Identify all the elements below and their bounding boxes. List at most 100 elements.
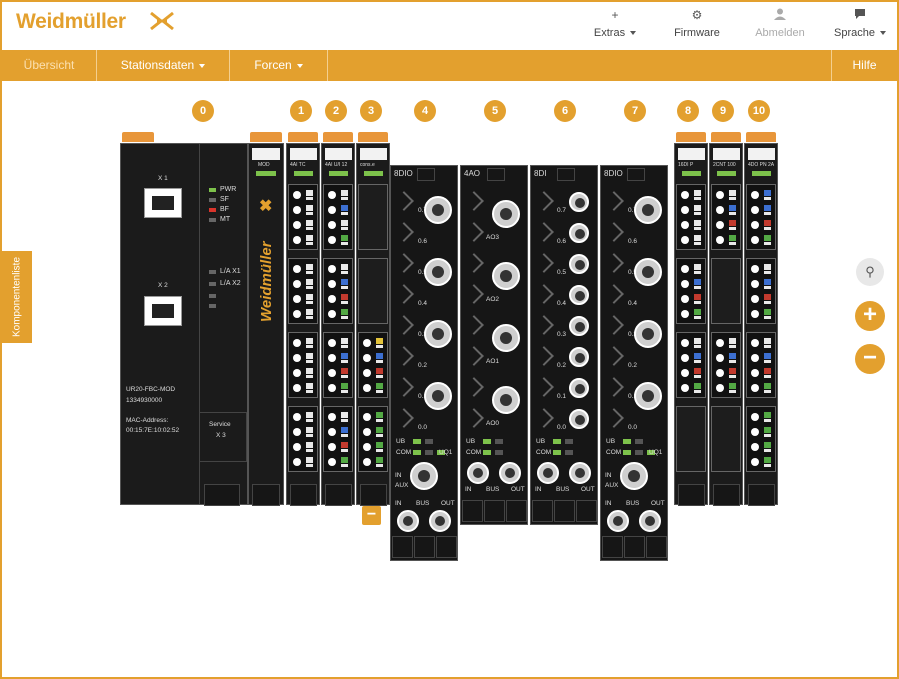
- zoom-out-button[interactable]: −: [855, 344, 885, 374]
- channel-label: 0.6: [557, 238, 567, 245]
- link-led-0: [209, 270, 216, 274]
- tab-help[interactable]: Hilfe: [831, 50, 897, 81]
- led-mt: [209, 218, 216, 222]
- m1-cap: [288, 132, 318, 142]
- com-label: COM: [466, 449, 482, 456]
- m9-status-led: [717, 171, 736, 176]
- x1-label: X 1: [158, 175, 168, 182]
- m6-foot: [576, 500, 597, 522]
- uq1-label: UQ1: [649, 449, 663, 456]
- m1-foot: [290, 484, 317, 506]
- mod-module[interactable]: MOD ✖ Weidmüller: [248, 143, 284, 506]
- module-m3[interactable]: cons.e: [356, 143, 390, 506]
- m8-foot: [678, 484, 705, 506]
- module-m7[interactable]: 8DIO 0.7 0.6 0.5 0.4 0.3 0.2 0.1 0.0 UB COM UQ1 IN AU…: [600, 165, 668, 561]
- in-label: IN: [605, 472, 612, 479]
- x2-label: X 2: [158, 282, 168, 289]
- collapse-button[interactable]: −: [362, 506, 381, 525]
- zoom-in-button[interactable]: +: [855, 301, 885, 331]
- channel-label: 0.2: [557, 362, 567, 369]
- in-label: IN: [395, 472, 402, 479]
- terminal-block: [288, 184, 318, 250]
- channel-arrow-icon: [604, 191, 624, 211]
- m6-type-label: 8DI: [534, 169, 547, 178]
- logout-button[interactable]: Abmelden: [755, 8, 805, 39]
- channel-arrow-icon: [394, 408, 414, 428]
- channel-arrow-icon: [394, 315, 414, 335]
- chevron-down-icon: [296, 63, 303, 68]
- m2-label-plate: [325, 148, 352, 160]
- empty-terminal-block: [358, 184, 388, 250]
- slot-number-6: 6: [554, 100, 576, 122]
- slot-number-2: 2: [325, 100, 347, 122]
- tab-force[interactable]: Forcen: [230, 50, 328, 81]
- channel-label: 0.4: [418, 300, 428, 307]
- m3-type-label: cons.e: [360, 162, 375, 168]
- order-number: 1334930000: [126, 397, 163, 404]
- aux-power-connector: [410, 462, 438, 490]
- out-bus-label: OUT: [441, 500, 455, 507]
- extras-label: Extras: [593, 27, 626, 39]
- m10-type-label: 4DO PN 2A: [748, 162, 775, 168]
- firmware-button[interactable]: ⚙ Firmware: [674, 8, 720, 39]
- language-menu[interactable]: Sprache: [834, 8, 886, 39]
- m9-type-label: 2CNT 100: [713, 162, 736, 168]
- channel-label: 0.1: [557, 393, 567, 400]
- head-cap: [122, 132, 154, 142]
- channel-arrow-icon: [464, 346, 484, 366]
- module-m8[interactable]: 16DI P: [674, 143, 708, 506]
- channel-label: 0.6: [628, 238, 638, 245]
- user-icon: [755, 8, 805, 22]
- module-m2[interactable]: 4AI U/I 12: [321, 143, 355, 506]
- chevron-down-icon: [199, 63, 206, 68]
- module-m10[interactable]: 4DO PN 2A: [744, 143, 778, 506]
- channel-label: 0.5: [557, 269, 567, 276]
- mod-cap: [250, 132, 282, 142]
- mod-foot: [252, 484, 280, 506]
- m12-connector: [634, 258, 662, 286]
- channel-arrow-icon: [534, 346, 554, 366]
- module-m9[interactable]: 2CNT 100: [709, 143, 743, 506]
- com-label: COM: [396, 449, 412, 456]
- plus-icon: +: [611, 8, 619, 22]
- component-list-label: Komponentenliste: [11, 256, 23, 338]
- language-label: Sprache: [834, 27, 875, 39]
- empty-terminal-block: [711, 258, 741, 324]
- channel-arrow-icon: [394, 222, 414, 242]
- led-label-sf: SF: [220, 196, 229, 203]
- terminal-block: [746, 406, 776, 472]
- channel-label: 0.3: [557, 331, 567, 338]
- bus-connector: [607, 510, 629, 532]
- bus-connector: [397, 510, 419, 532]
- tab-station-data[interactable]: Stationsdaten: [97, 50, 230, 81]
- channel-arrow-icon: [534, 377, 554, 397]
- module-m5[interactable]: 4AO AO3 AO2 AO1 AO0 UB COM IN BUS OUT: [460, 165, 528, 525]
- minus-icon: −: [366, 506, 377, 523]
- m2-status-led: [329, 171, 348, 176]
- main-nav: Übersicht Stationsdaten Forcen Hilfe: [2, 50, 897, 81]
- terminal-block: [676, 332, 706, 398]
- extras-menu[interactable]: + Extras: [592, 8, 638, 39]
- led-label-mt: MT: [220, 216, 231, 223]
- terminal-block: [288, 332, 318, 398]
- m3-foot: [360, 484, 387, 506]
- terminal-block: [323, 406, 353, 472]
- module-m6[interactable]: 8DI 0.7 0.6 0.5 0.4 0.3 0.2 0.1 0.0 UB COM IN BUS OUT: [530, 165, 598, 525]
- component-list-tab[interactable]: Komponentenliste: [2, 251, 32, 343]
- head-station[interactable]: X 1 X 2 PWR SF BF MT L/A X1 L/A X2 UR20-FBC-M…: [120, 143, 248, 506]
- tab-overview[interactable]: Übersicht: [2, 50, 97, 81]
- module-m1[interactable]: 4AI TC: [286, 143, 320, 506]
- m4-type-label: 8DIO: [394, 169, 413, 178]
- aux-label: AUX: [605, 482, 619, 489]
- ao-channel-label: AO1: [486, 358, 500, 365]
- ethernet-port-x2: [144, 296, 182, 326]
- ub-led: [565, 439, 573, 444]
- zoom-in-icon: +: [862, 301, 877, 328]
- search-button[interactable]: ⚲: [856, 258, 884, 286]
- m12-connector: [424, 196, 452, 224]
- module-m4[interactable]: 8DIO 0.7 0.6 0.5 0.4 0.3 0.2 0.1 0.0 UB COM UQ1 IN AU…: [390, 165, 458, 561]
- channel-arrow-icon: [534, 315, 554, 335]
- ethernet-port-x1: [144, 188, 182, 218]
- com-label: COM: [606, 449, 622, 456]
- m4-foot: [414, 536, 435, 558]
